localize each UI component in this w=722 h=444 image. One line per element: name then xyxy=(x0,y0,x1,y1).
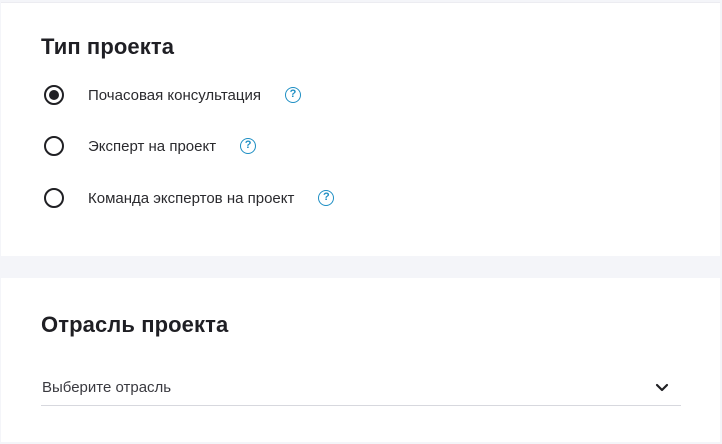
radio-option-project-expert[interactable]: Эксперт на проект ? xyxy=(44,134,257,158)
industry-title: Отрасль проекта xyxy=(41,312,229,337)
question-circle-icon[interactable]: ? xyxy=(240,138,257,154)
option-label-project-expert: Эксперт на проект xyxy=(88,137,217,155)
option-label-expert-team: Команда экспертов на проект xyxy=(88,189,295,207)
chevron-down-icon[interactable] xyxy=(655,383,669,393)
project-type-card: Тип проекта Почасовая консультация ? Экс… xyxy=(1,2,720,256)
question-circle-icon[interactable]: ? xyxy=(284,87,301,103)
radio-option-hourly-consultation[interactable]: Почасовая консультация ? xyxy=(44,83,301,107)
project-type-title: Тип проекта xyxy=(41,34,175,59)
radio-option-expert-team[interactable]: Команда экспертов на проект ? xyxy=(44,186,335,210)
industry-select[interactable]: Выберите отрасль xyxy=(41,374,681,406)
radio-button-project-expert[interactable] xyxy=(44,136,64,156)
radio-button-hourly-consultation[interactable] xyxy=(44,85,64,105)
radio-button-expert-team[interactable] xyxy=(44,188,64,208)
question-circle-icon[interactable]: ? xyxy=(318,190,335,206)
industry-card: Отрасль проекта Выберите отрасль xyxy=(1,278,720,442)
option-label-hourly-consultation: Почасовая консультация xyxy=(88,86,261,104)
industry-select-placeholder: Выберите отрасль xyxy=(42,379,172,396)
